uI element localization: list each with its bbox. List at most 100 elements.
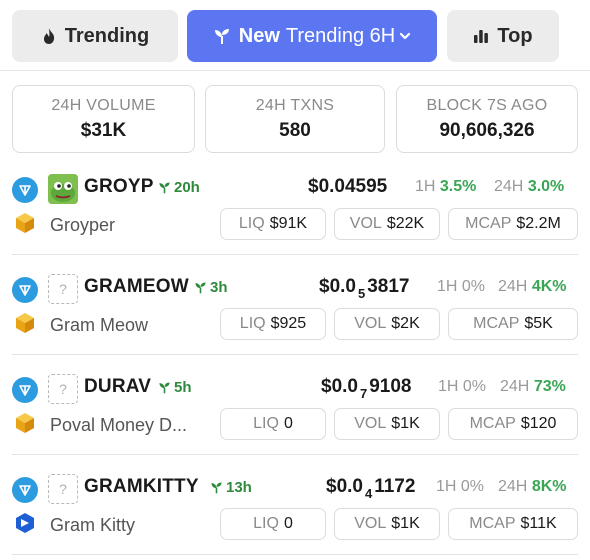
- sprout-icon: [210, 481, 223, 494]
- change-24h: 24H 8K%: [498, 478, 567, 496]
- change-1h-label: 1H: [438, 378, 459, 395]
- price-digits: 3817: [367, 276, 410, 297]
- mcap-value: $2.2M: [516, 215, 561, 232]
- liquidity-value: 0: [283, 515, 293, 532]
- mcap-pill: MCAP $11K: [448, 508, 578, 540]
- liquidity-value: 0: [283, 415, 293, 432]
- stat-value: 90,606,326: [439, 119, 535, 141]
- tab-top-label: Top: [497, 24, 533, 47]
- stat-block: BLOCK 7S AGO 90,606,326: [396, 85, 578, 153]
- change-1h-value: 0%: [460, 478, 485, 495]
- volume-value: $1K: [391, 415, 420, 432]
- token-age: 13h: [210, 479, 252, 496]
- token-name: Gram Meow: [50, 315, 149, 335]
- row-divider: [12, 454, 578, 455]
- liquidity-pill: LIQ 0: [220, 508, 326, 540]
- tab-top[interactable]: Top: [447, 10, 559, 62]
- change-1h-label: 1H: [415, 178, 436, 195]
- stat-label: 24H TXNS: [255, 96, 335, 114]
- liquidity-value: $925: [270, 315, 307, 332]
- price-value: $0.0: [326, 476, 363, 497]
- token-name: Poval Money D...: [50, 415, 188, 435]
- mcap-pill: MCAP $5K: [448, 308, 578, 340]
- token-row[interactable]: ? GRAMKITTY 13h Gram Kitty $0.0 4 1172 1H …: [12, 468, 578, 548]
- token-row[interactable]: ? GRAMEOW 3h Gram Meow $0.0 5 3817 1H 0% 2…: [12, 268, 578, 348]
- mcap-label: MCAP: [465, 215, 512, 232]
- volume-label: VOL: [354, 515, 387, 532]
- price-value: $0.04595: [308, 176, 388, 197]
- mcap-label: MCAP: [469, 515, 516, 532]
- change-1h-value: 0%: [462, 378, 487, 395]
- liquidity-pill: LIQ 0: [220, 408, 326, 440]
- dex-cube-icon: [12, 210, 38, 236]
- token-name: Gram Kitty: [50, 515, 136, 535]
- token-price: $0.0 5 3817: [319, 276, 410, 301]
- price-zero-count: 7: [359, 386, 368, 401]
- ton-chain-icon: [12, 377, 38, 403]
- mcap-pill: MCAP $2.2M: [448, 208, 578, 240]
- stat-label: 24H VOLUME: [51, 96, 156, 114]
- liquidity-label: LIQ: [253, 415, 279, 432]
- stats-bar: 24H VOLUME $31K 24H TXNS 580 BLOCK 7S AG…: [12, 85, 578, 153]
- price-digits: 9108: [369, 376, 412, 397]
- token-age-value: 20h: [174, 179, 200, 196]
- price-digits: 1172: [374, 476, 416, 497]
- mcap-value: $11K: [520, 515, 557, 532]
- mcap-label: MCAP: [473, 315, 520, 332]
- row-divider: [12, 254, 578, 255]
- row-divider: [12, 554, 578, 555]
- token-ticker: GRAMKITTY: [84, 476, 199, 497]
- change-1h: 1H 0%: [438, 378, 486, 396]
- token-row[interactable]: ? DURAV 5h Poval Money D... $0.0 7 9108 1H…: [12, 368, 578, 448]
- stat-value: 580: [279, 119, 311, 141]
- tab-new[interactable]: New Trending 6H: [187, 10, 437, 62]
- token-row[interactable]: GROYP 20h Groyper $0.04595 1H 3.5% 24H 3…: [12, 168, 578, 248]
- change-24h-label: 24H: [500, 378, 530, 395]
- change-1h-label: 1H: [437, 278, 458, 295]
- token-price: $0.0 7 9108: [321, 376, 412, 401]
- volume-label: VOL: [354, 415, 387, 432]
- mcap-label: MCAP: [469, 415, 516, 432]
- dex-cube-icon: [12, 310, 38, 336]
- volume-pill: VOL $1K: [334, 408, 440, 440]
- liquidity-pill: LIQ $91K: [220, 208, 326, 240]
- change-1h: 1H 3.5%: [415, 178, 476, 196]
- liquidity-label: LIQ: [239, 315, 266, 332]
- stat-24h-volume: 24H VOLUME $31K: [12, 85, 195, 153]
- ton-chain-icon: [12, 177, 38, 203]
- liquidity-value: $91K: [269, 215, 308, 232]
- liquidity-label: LIQ: [238, 215, 265, 232]
- row-divider: [12, 354, 578, 355]
- volume-value: $2K: [391, 315, 420, 332]
- dex-cube-icon: [12, 410, 38, 436]
- chevron-down-icon[interactable]: [399, 30, 411, 42]
- price-value: $0.0: [319, 276, 356, 297]
- volume-value: $22K: [386, 215, 425, 232]
- divider: [0, 70, 590, 71]
- tab-trending-label: Trending: [64, 24, 150, 47]
- price-zero-count: 5: [357, 286, 366, 301]
- sprout-icon: [194, 281, 207, 294]
- tab-bar: Trending New Trending 6H Top: [12, 10, 578, 62]
- change-24h-label: 24H: [494, 178, 524, 195]
- change-24h: 24H 4K%: [498, 278, 567, 296]
- token-ticker: DURAV: [84, 376, 152, 397]
- mcap-pill: MCAP $120: [448, 408, 578, 440]
- bar-chart-icon: [473, 28, 489, 44]
- sprout-icon: [158, 181, 171, 194]
- volume-pill: VOL $1K: [334, 508, 440, 540]
- placeholder-avatar-icon: ?: [48, 474, 78, 504]
- token-age: 5h: [158, 379, 192, 396]
- flame-icon: [41, 27, 57, 45]
- token-ticker: GRAMEOW: [84, 276, 189, 297]
- sprout-icon: [158, 381, 171, 394]
- tab-trending[interactable]: Trending: [12, 10, 178, 62]
- ton-chain-icon: [12, 277, 38, 303]
- placeholder-avatar-icon: ?: [48, 274, 78, 304]
- mcap-value: $120: [520, 415, 557, 432]
- change-24h: 24H 73%: [500, 378, 566, 396]
- change-24h-label: 24H: [498, 278, 528, 295]
- stat-label: BLOCK 7S AGO: [426, 96, 548, 114]
- price-zero-count: 4: [364, 486, 373, 501]
- mcap-value: $5K: [524, 315, 553, 332]
